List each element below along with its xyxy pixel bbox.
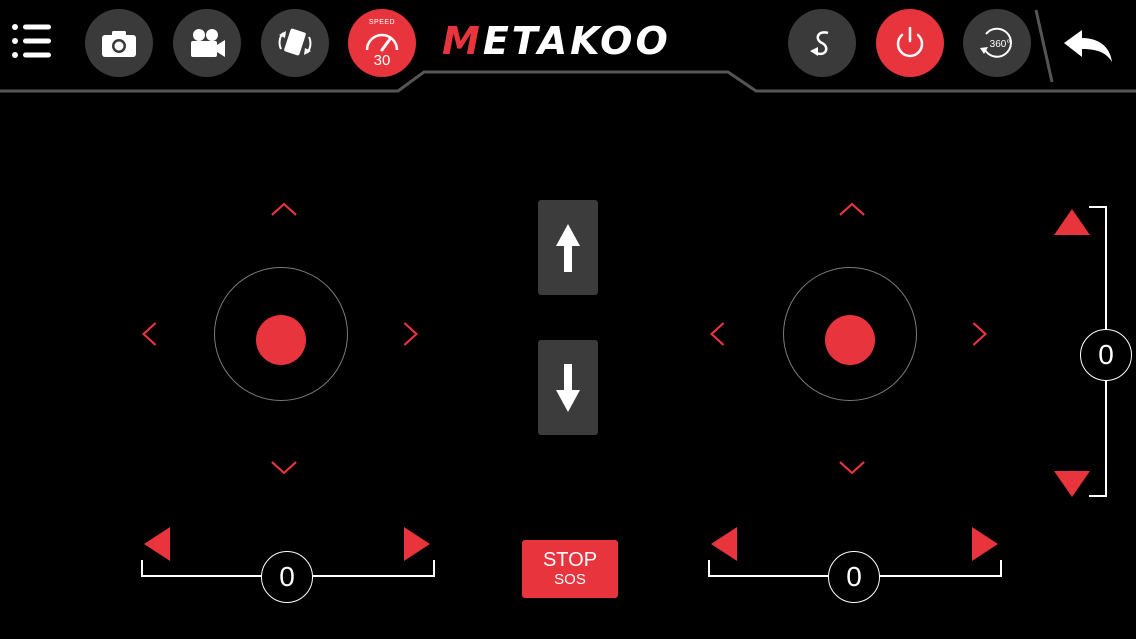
vertical-trim-down-button[interactable]	[1052, 469, 1092, 504]
triangle-left-icon	[144, 527, 170, 561]
rotate-360-label: 360°	[990, 39, 1011, 50]
brand-logo-rest: ETAKOO	[482, 19, 671, 63]
right-stick-down-hint	[837, 456, 868, 482]
left-stick-up-hint	[269, 197, 300, 223]
back-arrow-icon	[1064, 30, 1112, 62]
sos-label: SOS	[554, 571, 586, 588]
power-button[interactable]	[876, 9, 944, 77]
arrow-up-icon	[556, 223, 580, 272]
right-stick-right-hint	[970, 320, 990, 353]
right-joystick-knob[interactable]	[825, 315, 875, 365]
right-trim-value: 0	[828, 551, 880, 603]
triangle-left-icon	[711, 527, 737, 561]
video-camera-icon	[191, 29, 225, 57]
brand-logo-first: M	[442, 19, 483, 63]
triangle-right-icon	[404, 527, 430, 561]
left-trim-left-button[interactable]	[142, 525, 172, 568]
speed-value: 30	[373, 52, 391, 69]
video-button[interactable]	[173, 9, 241, 77]
menu-icon	[12, 24, 51, 58]
rotate-360-icon: 360°	[980, 27, 1012, 58]
left-trim-value: 0	[261, 551, 313, 603]
stop-sos-button[interactable]: STOP SOS	[522, 540, 618, 598]
left-joystick-knob[interactable]	[256, 315, 306, 365]
descend-button[interactable]	[538, 340, 598, 435]
back-button[interactable]	[1060, 20, 1116, 66]
menu-button[interactable]	[10, 22, 54, 60]
speed-button[interactable]: SPEED 30	[348, 9, 416, 77]
left-trim-right-button[interactable]	[402, 525, 432, 568]
flip-icon	[810, 31, 829, 56]
vertical-trim-value: 0	[1080, 329, 1132, 381]
right-trim-left-button[interactable]	[709, 525, 739, 568]
gravity-sensor-button[interactable]	[261, 9, 329, 77]
ascend-button[interactable]	[538, 200, 598, 295]
arrow-down-icon	[556, 363, 580, 412]
triangle-down-icon	[1054, 471, 1090, 497]
right-trim-right-button[interactable]	[970, 525, 1000, 568]
phone-rotate-icon	[278, 28, 312, 56]
triangle-up-icon	[1054, 209, 1090, 235]
power-icon	[896, 26, 924, 58]
brand-logo: METAKOO	[442, 22, 722, 60]
photo-button[interactable]	[85, 9, 153, 77]
right-stick-left-hint	[707, 320, 727, 353]
flip-button[interactable]	[788, 9, 856, 77]
right-stick-up-hint	[837, 197, 868, 223]
rotate-360-button[interactable]: 360°	[963, 9, 1031, 77]
speed-label: SPEED	[368, 19, 396, 26]
stop-label: STOP	[542, 549, 598, 571]
left-stick-down-hint	[269, 456, 300, 482]
triangle-right-icon	[972, 527, 998, 561]
left-stick-left-hint	[139, 320, 159, 353]
vertical-trim-up-button[interactable]	[1052, 207, 1092, 242]
left-stick-right-hint	[401, 320, 421, 353]
camera-icon	[102, 31, 136, 57]
